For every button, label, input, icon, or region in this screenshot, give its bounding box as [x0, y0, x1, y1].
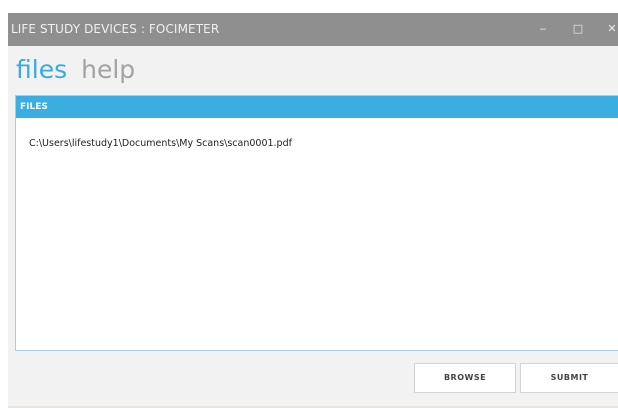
close-icon[interactable]: ✕ [604, 21, 618, 37]
nav-files[interactable]: files [16, 53, 67, 87]
submit-button[interactable]: SUBMIT [520, 363, 618, 393]
title-bar[interactable]: LIFE STUDY DEVICES : FOCIMETER ‒ □ ✕ [8, 13, 618, 46]
main-nav: files help [8, 53, 141, 87]
files-panel-header: FILES [16, 96, 618, 118]
maximize-icon[interactable]: □ [570, 21, 586, 37]
minimize-icon[interactable]: ‒ [535, 21, 551, 37]
page: LIFE STUDY DEVICES : FOCIMETER ‒ □ ✕ fil… [0, 0, 618, 408]
file-list-item[interactable]: C:\Users\lifestudy1\Documents\My Scans\s… [29, 138, 292, 149]
browse-button[interactable]: BROWSE [414, 363, 516, 393]
nav-help[interactable]: help [81, 53, 135, 87]
files-panel: FILES C:\Users\lifestudy1\Documents\My S… [15, 95, 618, 351]
window-title: LIFE STUDY DEVICES : FOCIMETER [11, 22, 220, 36]
app-window: LIFE STUDY DEVICES : FOCIMETER ‒ □ ✕ fil… [8, 13, 618, 408]
